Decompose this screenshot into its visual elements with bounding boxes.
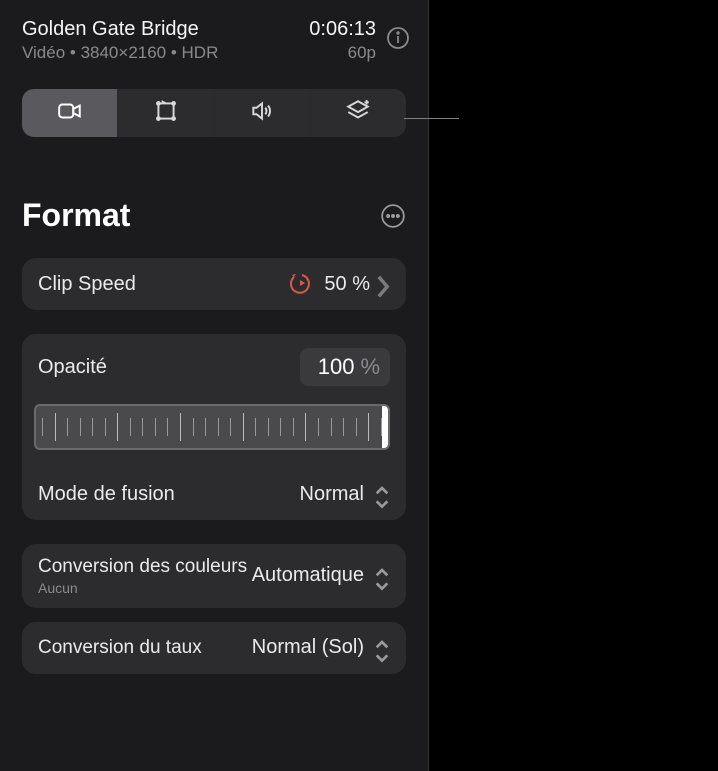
blend-mode-value: Normal xyxy=(300,483,364,506)
crop-icon xyxy=(153,98,179,129)
chevron-right-icon xyxy=(376,274,390,294)
clip-header: Golden Gate Bridge Vidéo • 3840×2160 • H… xyxy=(0,0,428,63)
opacity-unit: % xyxy=(360,354,380,380)
clip-fps: 60p xyxy=(309,43,376,63)
tab-audio[interactable] xyxy=(214,89,310,137)
color-conversion-sub: Aucun xyxy=(38,580,252,596)
slider-ticks xyxy=(36,406,388,448)
slider-handle[interactable] xyxy=(382,404,390,450)
rate-conversion-label: Conversion du taux xyxy=(38,637,252,659)
more-button[interactable] xyxy=(380,203,406,229)
clip-timecode: 0:06:13 xyxy=(309,18,376,41)
opacity-value: 100 xyxy=(310,354,354,380)
tab-effects[interactable] xyxy=(310,89,406,137)
speaker-icon xyxy=(249,98,275,129)
tab-video[interactable] xyxy=(22,89,117,137)
rate-conversion-row[interactable]: Conversion du taux Normal (Sol) xyxy=(22,622,406,674)
callout-line xyxy=(404,118,459,119)
section-header: Format xyxy=(22,197,406,234)
rate-conversion-value: Normal (Sol) xyxy=(252,636,364,659)
color-conversion-card: Conversion des couleurs Aucun Automatiqu… xyxy=(22,544,406,608)
color-conversion-label: Conversion des couleurs xyxy=(38,556,252,578)
inspector-tabs xyxy=(22,89,406,137)
tab-transform[interactable] xyxy=(117,89,213,137)
clip-speed-row[interactable]: Clip Speed 50 % xyxy=(22,258,406,310)
updown-icon xyxy=(374,566,390,586)
clip-speed-value: 50 % xyxy=(324,273,370,296)
section-title: Format xyxy=(22,197,130,234)
opacity-card: Opacité 100 % Mode de fusion No xyxy=(22,334,406,520)
color-conversion-value: Automatique xyxy=(252,564,364,587)
rewind-icon xyxy=(290,272,314,296)
opacity-label: Opacité xyxy=(38,356,300,379)
layers-icon xyxy=(345,98,371,129)
clip-speed-label: Clip Speed xyxy=(38,273,290,296)
opacity-input[interactable]: 100 % xyxy=(300,348,390,386)
updown-icon xyxy=(374,484,390,504)
inspector-panel: Golden Gate Bridge Vidéo • 3840×2160 • H… xyxy=(0,0,429,771)
rate-conversion-card: Conversion du taux Normal (Sol) xyxy=(22,622,406,674)
blend-mode-row[interactable]: Mode de fusion Normal xyxy=(22,468,406,520)
updown-icon xyxy=(374,638,390,658)
color-conversion-row[interactable]: Conversion des couleurs Aucun Automatiqu… xyxy=(22,544,406,608)
opacity-row: Opacité 100 % xyxy=(22,334,406,400)
camera-icon xyxy=(57,98,83,129)
clip-speed-card: Clip Speed 50 % xyxy=(22,258,406,310)
opacity-slider[interactable] xyxy=(34,404,390,450)
info-icon[interactable] xyxy=(386,26,410,50)
clip-subtitle: Vidéo • 3840×2160 • HDR xyxy=(22,43,309,63)
blend-mode-label: Mode de fusion xyxy=(38,483,300,506)
clip-title: Golden Gate Bridge xyxy=(22,18,309,41)
